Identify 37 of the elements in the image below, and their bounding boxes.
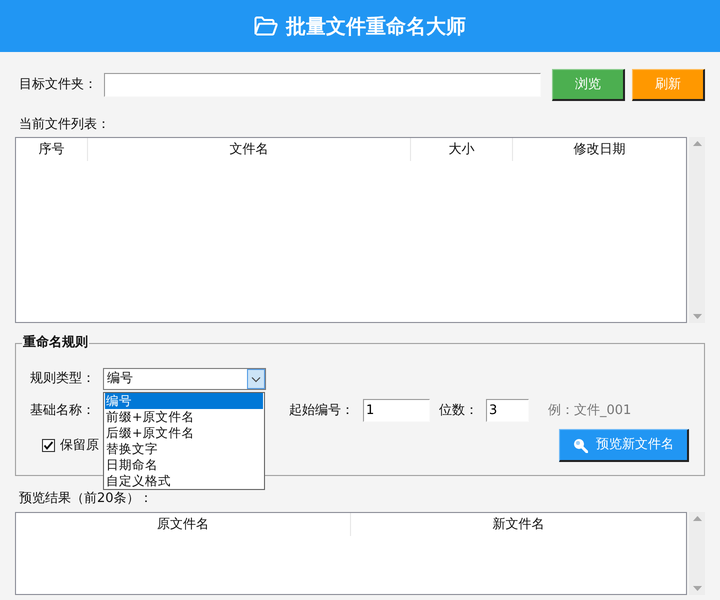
base-name-label: 基础名称：: [30, 402, 96, 418]
digits-field[interactable]: 3: [486, 399, 529, 422]
column-header[interactable]: 文件名: [88, 138, 411, 161]
column-header[interactable]: 序号: [16, 138, 88, 161]
folder-label: 目标文件夹：: [19, 77, 98, 93]
checkbox[interactable]: [42, 439, 55, 452]
column-header[interactable]: 修改日期: [513, 138, 686, 161]
column-header[interactable]: 新文件名: [351, 513, 686, 536]
folder-icon: [254, 16, 278, 36]
file-list-label: 当前文件列表：: [19, 118, 111, 132]
scroll-down-icon[interactable]: [692, 586, 702, 591]
dropdown-option[interactable]: 日期命名: [105, 457, 263, 473]
dropdown-option[interactable]: 后缀+原文件名: [105, 425, 263, 441]
chevron-down-icon[interactable]: [247, 369, 265, 389]
preview-label: 预览结果（前20条）：: [19, 492, 154, 506]
scroll-up-icon[interactable]: [692, 516, 702, 521]
start-number-label: 起始编号：: [289, 402, 355, 418]
scrollbar-track[interactable]: [689, 512, 705, 595]
digits-label: 位数：: [439, 402, 479, 418]
column-header[interactable]: 原文件名: [16, 513, 351, 536]
dropdown-option[interactable]: 自定义格式: [105, 473, 263, 489]
dropdown-option[interactable]: 替换文字: [105, 441, 263, 457]
rule-type-select[interactable]: 编号: [103, 368, 266, 390]
scroll-down-icon[interactable]: [692, 314, 702, 319]
scrollbar-track[interactable]: [689, 137, 705, 323]
dropdown-option[interactable]: 编号: [105, 393, 263, 409]
checkbox-label: 保留原: [60, 438, 99, 454]
rules-title: 重命名规则: [22, 335, 89, 351]
rule-type-label: 规则类型：: [30, 371, 96, 387]
search-icon: [573, 438, 588, 452]
start-number-field[interactable]: 1: [363, 399, 430, 422]
folder-path-field[interactable]: [104, 73, 541, 97]
column-header[interactable]: 大小: [411, 138, 513, 161]
dropdown-option[interactable]: 前缀+原文件名: [105, 409, 263, 425]
app-title: 批量文件重命名大师: [286, 13, 466, 39]
scroll-up-icon[interactable]: [692, 141, 702, 146]
example-text: 例：文件_001: [548, 402, 632, 418]
